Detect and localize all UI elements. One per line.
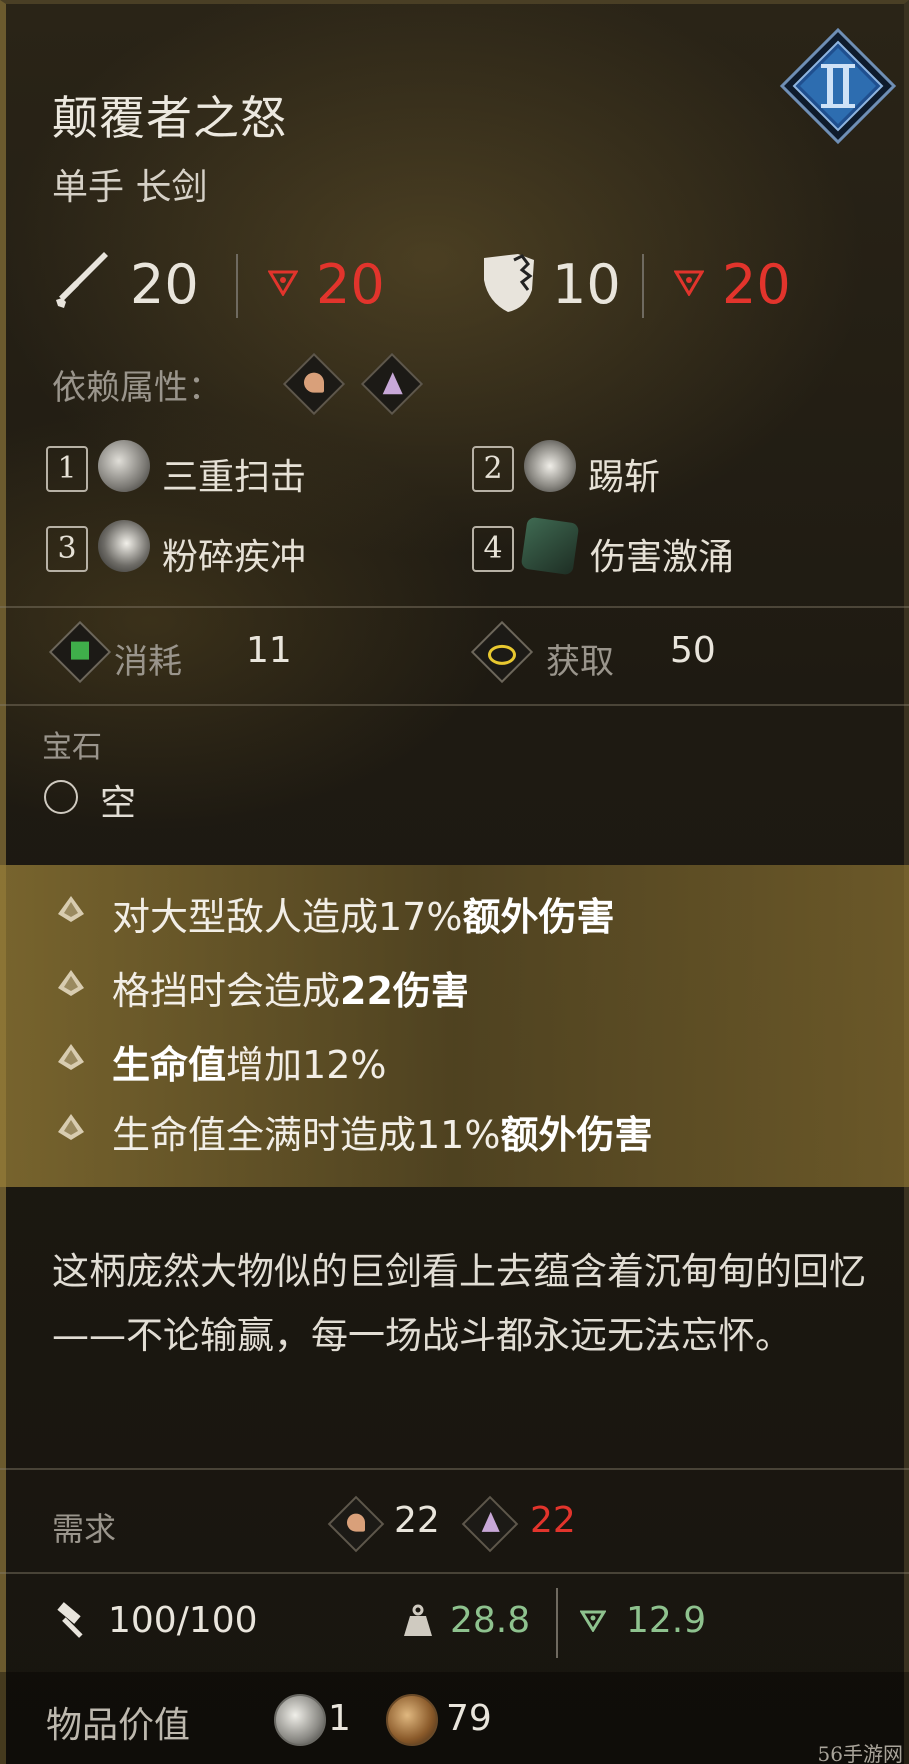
divider — [0, 1572, 909, 1574]
weight-icon — [404, 1604, 432, 1636]
scaling-label: 依赖属性： — [52, 368, 222, 408]
sword-icon — [56, 252, 108, 308]
skill-slot-number: 1 — [46, 446, 88, 492]
skill-name: 伤害激涌 — [590, 537, 735, 578]
attribute-line: 生命值增加12% — [112, 1043, 387, 1087]
strength-requirement: 22 — [394, 1500, 440, 1541]
strength-arm-icon — [282, 352, 346, 416]
skill-name: 粉碎疾冲 — [162, 537, 307, 578]
divider — [0, 704, 909, 706]
gem-slot-status: 空 — [100, 783, 137, 824]
skill-slot-number: 4 — [472, 526, 514, 572]
item-name: 颠覆者之怒 — [52, 91, 287, 145]
hammer-icon — [57, 1602, 83, 1638]
gain-eye-icon — [470, 620, 534, 684]
gold-value: 79 — [446, 1698, 492, 1739]
divider — [0, 1468, 909, 1470]
cost-value: 11 — [246, 630, 292, 671]
attribute-bullet-icon — [58, 970, 84, 996]
attribute-bullet-icon — [58, 1044, 84, 1070]
divider — [642, 254, 644, 318]
defense-value: 10 — [552, 253, 621, 316]
faith-requirement: 22 — [530, 1500, 576, 1541]
attribute-line: 对大型敌人造成17%额外伤害 — [112, 895, 615, 939]
faith-hands-icon — [461, 1495, 519, 1553]
gem-label: 宝石 — [42, 730, 102, 765]
weight-down-icon — [580, 1610, 606, 1632]
skill-name: 踢斩 — [588, 457, 661, 498]
defense-penalty-value: 20 — [722, 253, 791, 316]
attribute-bullet-icon — [58, 1114, 84, 1140]
skill-name: 三重扫击 — [162, 457, 307, 498]
roman-two-badge-icon — [779, 27, 897, 145]
attribute-bullet-icon — [58, 896, 84, 922]
crushing-dash-icon — [98, 520, 150, 572]
shield-icon — [484, 254, 534, 312]
silver-value: 1 — [328, 1698, 351, 1739]
gain-value: 50 — [670, 630, 716, 671]
gold-coin-icon — [386, 1694, 438, 1746]
empty-gem-slot-icon — [44, 780, 78, 814]
gain-label: 获取 — [546, 642, 614, 682]
cost-label: 消耗 — [114, 642, 182, 682]
item-value-label: 物品价值 — [46, 1705, 191, 1746]
divider — [556, 1588, 558, 1658]
faith-hands-icon — [360, 352, 424, 416]
requirements-label: 需求 — [52, 1510, 117, 1548]
attribute-line: 生命值全满时造成11%额外伤害 — [112, 1113, 653, 1157]
damage-surge-icon — [520, 516, 580, 576]
divider — [236, 254, 238, 318]
attack-value: 20 — [130, 253, 199, 316]
watermark: 56手游网 — [817, 1742, 903, 1764]
attack-penalty-value: 20 — [316, 253, 385, 316]
weight-value: 28.8 — [450, 1600, 531, 1641]
kick-slash-icon — [524, 440, 576, 492]
divider — [0, 606, 909, 608]
durability-value: 100/100 — [108, 1600, 258, 1641]
skill-slot-number: 3 — [46, 526, 88, 572]
item-type: 单手 长剑 — [52, 167, 208, 208]
silver-coin-icon — [274, 1694, 326, 1746]
penalty-down-icon — [674, 270, 704, 296]
strength-arm-icon — [327, 1495, 385, 1553]
attribute-line: 格挡时会造成22伤害 — [112, 969, 469, 1013]
penalty-down-icon — [268, 270, 298, 296]
stamina-cost-icon — [48, 620, 112, 684]
item-description: 这柄庞然大物似的巨剑看上去蕴含着沉甸甸的回忆——不论输赢，每一场战斗都永远无法忘… — [52, 1250, 866, 1357]
skill-slot-number: 2 — [472, 446, 514, 492]
triple-sweep-icon — [98, 440, 150, 492]
item-tooltip: 颠覆者之怒 单手 长剑 20 20 10 20 依赖属性： 1 三重扫击 2 踢… — [0, 0, 909, 1764]
weight-penalty-value: 12.9 — [626, 1600, 707, 1641]
